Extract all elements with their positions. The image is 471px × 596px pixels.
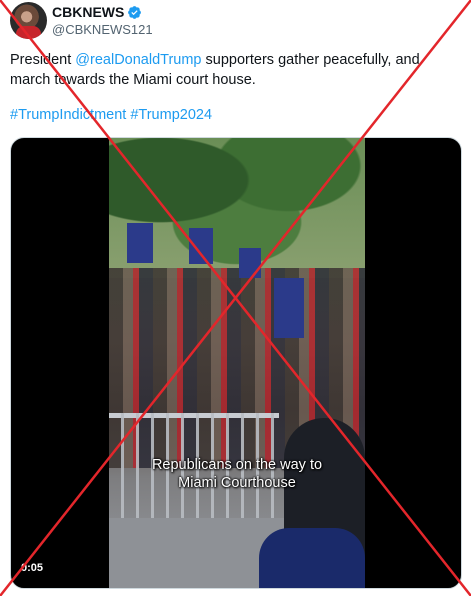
- video-frame[interactable]: [109, 138, 365, 588]
- video-flag: [127, 223, 153, 263]
- author-handle[interactable]: @CBKNEWS121: [52, 22, 153, 37]
- avatar-shirt: [16, 26, 41, 39]
- tweet-header: CBKNEWS @CBKNEWS121: [10, 2, 460, 42]
- avatar[interactable]: [10, 2, 47, 39]
- tweet-text-before: President: [10, 52, 76, 68]
- video-person-jacket: [259, 528, 365, 588]
- tweet-text: President @realDonaldTrump supporters ga…: [10, 50, 460, 90]
- name-row: CBKNEWS: [52, 4, 142, 20]
- author-display-name[interactable]: CBKNEWS: [52, 4, 124, 20]
- hashtags: #TrumpIndictment #Trump2024: [10, 107, 212, 123]
- video-caption: Republicans on the way to Miami Courthou…: [109, 456, 365, 492]
- video-flag: [274, 278, 304, 338]
- video-caption-line-1: Republicans on the way to: [151, 457, 323, 473]
- video-player[interactable]: Republicans on the way to Miami Courthou…: [10, 137, 462, 589]
- video-flag: [239, 248, 261, 278]
- mention-link[interactable]: @realDonaldTrump: [75, 52, 201, 68]
- hashtag-trumpindictment[interactable]: #TrumpIndictment: [10, 107, 126, 123]
- video-flag: [189, 228, 213, 264]
- verified-badge-icon: [128, 5, 142, 19]
- video-caption-line-2: Miami Courthouse: [178, 475, 296, 491]
- hashtag-trump2024[interactable]: #Trump2024: [130, 107, 212, 123]
- video-timestamp: 0:05: [21, 562, 44, 574]
